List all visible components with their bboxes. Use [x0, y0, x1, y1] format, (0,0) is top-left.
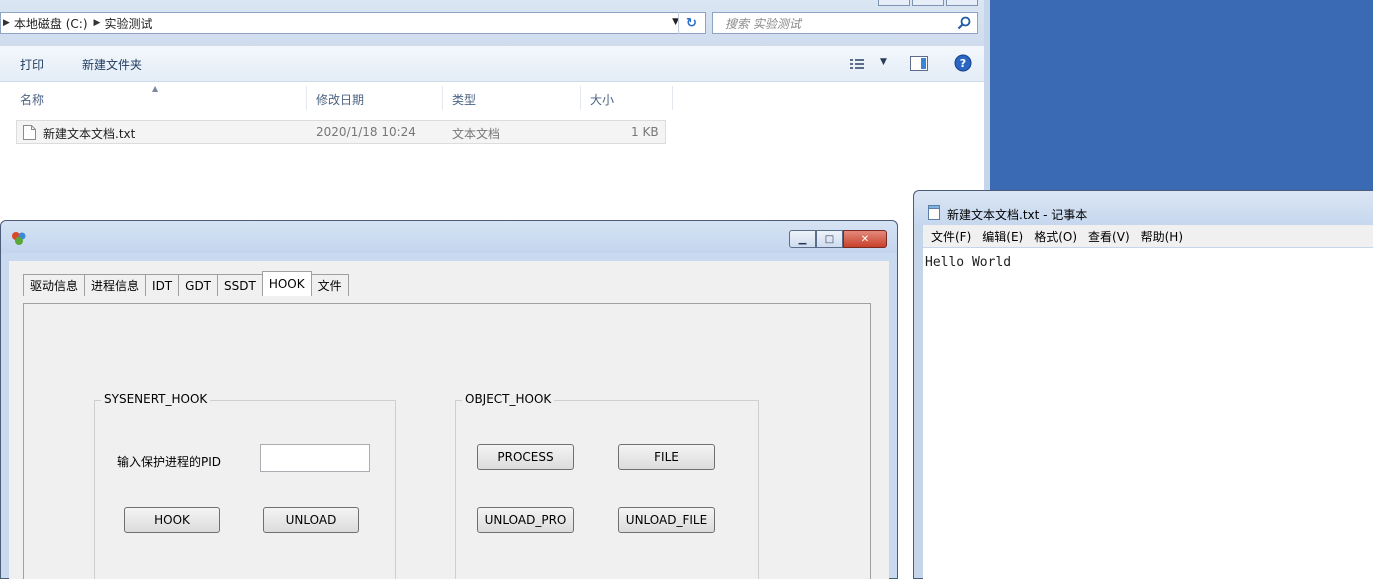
dialog-client: 驱动信息 进程信息 IDT GDT SSDT HOOK 文件 SYSENERT_…	[9, 261, 889, 579]
sort-ascending-icon: ▲	[152, 84, 159, 93]
unload-button[interactable]: UNLOAD	[263, 507, 359, 533]
preview-pane-icon[interactable]	[910, 56, 928, 71]
breadcrumb-arrow-icon: ▶	[3, 18, 10, 28]
minimize-icon: ▁	[798, 233, 807, 245]
menu-edit[interactable]: 编辑(E)	[982, 228, 1023, 245]
search-input[interactable]: 搜索 实验测试	[712, 12, 978, 34]
text-editor[interactable]: Hello World	[923, 248, 1373, 579]
column-headers: ▲ 名称 修改日期 类型 大小	[0, 84, 984, 112]
file-row[interactable]: 新建文本文档.txt 2020/1/18 10:24 文本文档 1 KB	[16, 120, 666, 144]
search-placeholder: 搜索 实验测试	[725, 16, 801, 31]
column-header-type[interactable]: 类型	[452, 91, 476, 108]
print-button[interactable]: 打印	[20, 56, 44, 73]
svg-text:?: ?	[960, 57, 966, 70]
address-bar[interactable]: ▶ 本地磁盘 (C:) ▶ 实验测试 ▼	[0, 12, 706, 34]
window-title: 新建文本文档.txt - 记事本	[947, 208, 1088, 222]
menu-file[interactable]: 文件(F)	[931, 228, 971, 245]
sysenter-hook-group: SYSENERT_HOOK 输入保护进程的PID HOOK UNLOAD	[94, 392, 396, 579]
window-controls: ▁ □ ✕	[789, 230, 887, 248]
breadcrumb-item-folder[interactable]: 实验测试	[104, 15, 152, 32]
chevron-down-icon[interactable]: ▼	[880, 57, 887, 67]
minimize-button[interactable]: ▁	[789, 230, 816, 248]
explorer-header: ▶ 本地磁盘 (C:) ▶ 实验测试 ▼ ↻ 搜索 实验测试	[0, 0, 984, 46]
search-icon[interactable]	[957, 16, 971, 30]
help-icon[interactable]: ?	[954, 54, 972, 72]
column-divider[interactable]	[580, 86, 581, 110]
object-hook-group: OBJECT_HOOK PROCESS FILE UNLOAD_PRO UNLO…	[455, 392, 759, 579]
tab-hook[interactable]: HOOK	[261, 271, 312, 296]
driver-tool-window: ▁ □ ✕ 驱动信息 进程信息 IDT GDT SSDT HOOK 文件 SYS…	[0, 220, 898, 579]
hook-tab-panel: SYSENERT_HOOK 输入保护进程的PID HOOK UNLOAD OBJ…	[23, 303, 871, 579]
group-title: SYSENERT_HOOK	[101, 392, 211, 406]
close-icon: ✕	[860, 233, 870, 245]
title-bar[interactable]: 新建文本文档.txt - 记事本	[914, 191, 1373, 225]
tab-strip: 驱动信息 进程信息 IDT GDT SSDT HOOK 文件	[23, 271, 349, 296]
tab-gdt[interactable]: GDT	[178, 274, 219, 296]
tab-ssdt[interactable]: SSDT	[217, 274, 263, 296]
maximize-button[interactable]	[912, 0, 944, 6]
close-button[interactable]	[946, 0, 978, 6]
unload-pro-button[interactable]: UNLOAD_PRO	[477, 507, 574, 533]
notepad-window: 新建文本文档.txt - 记事本 文件(F) 编辑(E) 格式(O) 查看(V)…	[913, 190, 1373, 579]
column-divider[interactable]	[672, 86, 673, 110]
menu-format[interactable]: 格式(O)	[1034, 228, 1077, 245]
new-folder-button[interactable]: 新建文件夹	[82, 56, 142, 73]
maximize-button[interactable]: □	[816, 230, 843, 248]
tab-driver-info[interactable]: 驱动信息	[23, 274, 86, 296]
file-type: 文本文档	[452, 127, 501, 141]
notepad-icon	[928, 205, 940, 220]
tab-file[interactable]: 文件	[310, 274, 349, 296]
file-name: 新建文本文档.txt	[43, 127, 136, 141]
breadcrumb-arrow-icon[interactable]: ▶	[94, 18, 101, 28]
breadcrumb-item-drive[interactable]: 本地磁盘 (C:)	[14, 15, 88, 32]
file-button[interactable]: FILE	[618, 444, 715, 470]
command-bar: 打印 新建文件夹 ▼ ?	[0, 46, 984, 82]
file-size: 1 KB	[631, 125, 659, 139]
column-divider[interactable]	[306, 86, 307, 110]
process-button[interactable]: PROCESS	[477, 444, 574, 470]
pid-input[interactable]	[260, 444, 370, 472]
tab-process-info[interactable]: 进程信息	[84, 274, 147, 296]
title-bar[interactable]: ▁ □ ✕	[1, 221, 897, 253]
menu-bar: 文件(F) 编辑(E) 格式(O) 查看(V) 帮助(H)	[923, 225, 1373, 247]
file-modified: 2020/1/18 10:24	[316, 125, 416, 139]
menu-help[interactable]: 帮助(H)	[1141, 228, 1183, 245]
refresh-icon: ↻	[686, 15, 697, 31]
maximize-icon: □	[824, 233, 835, 245]
app-icon	[12, 232, 26, 245]
tab-idt[interactable]: IDT	[145, 274, 180, 296]
refresh-button[interactable]: ↻	[678, 12, 704, 34]
minimize-button[interactable]	[878, 0, 910, 6]
column-divider[interactable]	[442, 86, 443, 110]
column-header-modified[interactable]: 修改日期	[316, 91, 364, 108]
column-header-size[interactable]: 大小	[590, 91, 614, 108]
close-button[interactable]: ✕	[843, 230, 887, 248]
view-options-icon[interactable]	[850, 58, 864, 70]
unload-file-button[interactable]: UNLOAD_FILE	[618, 507, 715, 533]
menu-view[interactable]: 查看(V)	[1088, 228, 1130, 245]
group-title: OBJECT_HOOK	[462, 392, 555, 406]
column-header-name[interactable]: 名称	[20, 91, 44, 108]
pid-label: 输入保护进程的PID	[117, 455, 222, 469]
hook-button[interactable]: HOOK	[124, 507, 220, 533]
text-file-icon	[23, 125, 36, 140]
